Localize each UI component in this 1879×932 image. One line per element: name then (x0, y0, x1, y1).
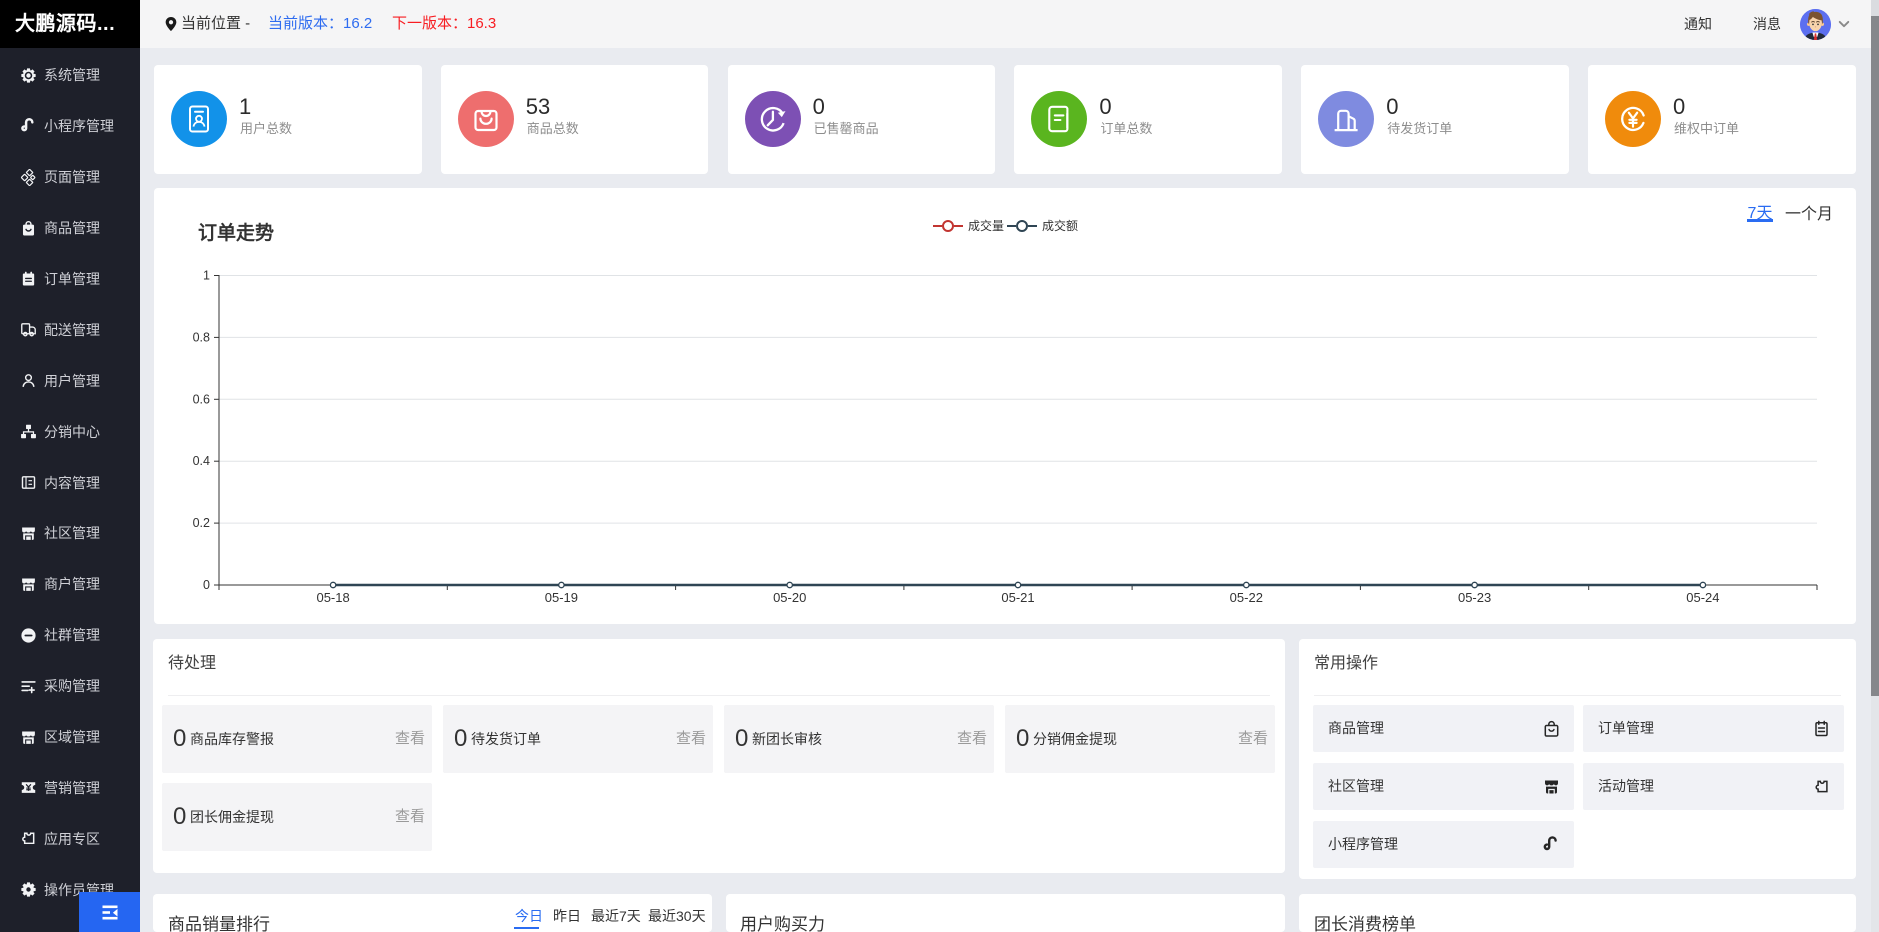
svg-text:成交额: 成交额 (1042, 218, 1078, 233)
svg-text:05-22: 05-22 (1230, 590, 1263, 605)
svg-text:0.8: 0.8 (193, 330, 210, 344)
svg-text:05-19: 05-19 (545, 590, 578, 605)
svg-text:0.4: 0.4 (193, 454, 210, 468)
svg-text:成交量: 成交量 (968, 218, 1004, 233)
svg-text:05-23: 05-23 (1458, 590, 1491, 605)
svg-text:0.2: 0.2 (193, 516, 210, 530)
svg-text:0: 0 (203, 578, 210, 592)
svg-text:0.6: 0.6 (193, 392, 210, 406)
svg-text:05-18: 05-18 (316, 590, 349, 605)
svg-text:05-21: 05-21 (1001, 590, 1034, 605)
svg-text:1: 1 (203, 269, 210, 283)
svg-text:05-24: 05-24 (1686, 590, 1719, 605)
svg-text:05-20: 05-20 (773, 590, 806, 605)
